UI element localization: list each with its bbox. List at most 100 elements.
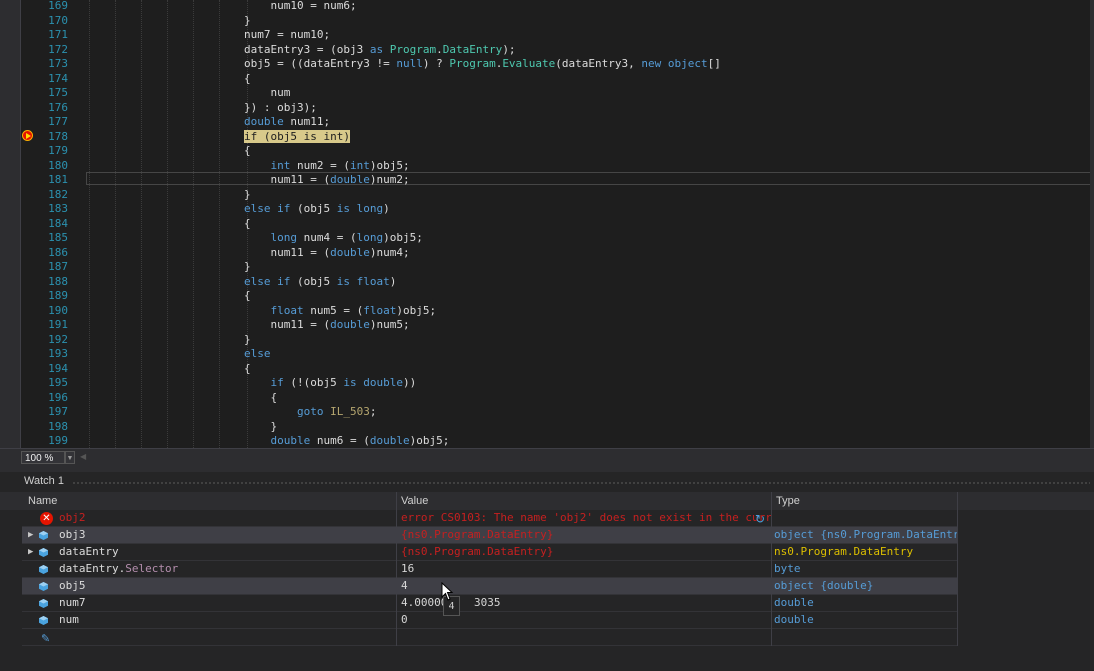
line-number: 188 (48, 274, 68, 288)
watch-value[interactable]: error CS0103: The name 'obj2' does not e… (401, 511, 771, 524)
code-line[interactable]: 192} (0, 333, 1094, 348)
line-number: 196 (48, 390, 68, 404)
code-line[interactable]: 175 num (0, 86, 1094, 101)
code-line[interactable]: 173 obj5 = ((dataEntry3 != null) ? Progra… (0, 57, 1094, 72)
refresh-icon[interactable]: ↻ (755, 511, 765, 527)
code-editor[interactable]: 169 num10 = num6; 170} 171 num7 = num10; 172… (0, 0, 1094, 448)
scroll-left-icon[interactable]: ◀ (80, 452, 86, 461)
line-number: 183 (48, 202, 68, 215)
type-cell (772, 510, 958, 527)
watch-value[interactable]: 0 (401, 613, 408, 626)
code-token: num7 = num10; (244, 28, 331, 41)
code-line[interactable]: 195 if (!(obj5 is double)) (0, 376, 1094, 391)
code-line[interactable]: 190 float num5 = (float)obj5; (0, 304, 1094, 319)
type-cell: object {ns0.Program.DataEntry} (772, 527, 958, 544)
code-line[interactable]: 198 } (0, 420, 1094, 435)
watch-name[interactable]: obj3 (59, 527, 86, 543)
watch-row-new[interactable]: ✎ (22, 629, 958, 646)
line-number: 170 (48, 13, 68, 27)
code-line[interactable]: 193 else (0, 347, 1094, 362)
code-token: } (244, 13, 251, 27)
watch-row-obj2[interactable]: ✕ obj2 error CS0103: The name 'obj2' doe… (22, 510, 958, 527)
panel-grip[interactable] (72, 481, 1090, 485)
code-token: float (356, 274, 390, 288)
code-line[interactable]: 182} (0, 188, 1094, 203)
column-header-name[interactable]: Name (24, 492, 397, 510)
code-line[interactable]: 174 { (0, 72, 1094, 87)
watch-value-tail: 3035 (473, 596, 501, 609)
watch-name[interactable]: num7 (59, 595, 86, 611)
watch-value[interactable]: 16 (401, 562, 414, 575)
code-text: } (244, 333, 251, 348)
vertical-scrollbar[interactable] (1090, 0, 1094, 448)
code-text: double num6 = (double)obj5; (244, 434, 450, 448)
watch-row-obj3[interactable]: ▶ obj3 {ns0.Program.DataEntry} object {n… (22, 527, 958, 544)
watch-row-obj5[interactable]: obj5 4 object {double} (22, 578, 958, 595)
watch-name[interactable]: obj5 (59, 578, 86, 594)
watch-name[interactable]: num (59, 612, 79, 628)
watch-title[interactable]: Watch 1 (24, 475, 64, 487)
code-line[interactable]: 181 num11 = (double)num2; (0, 173, 1094, 188)
code-token: float (270, 303, 304, 317)
watch-value[interactable]: {ns0.Program.DataEntry} (401, 528, 553, 541)
code-line[interactable]: 170} (0, 14, 1094, 29)
code-token: int (349, 158, 370, 172)
watch-name[interactable]: dataEntry.Selector (59, 561, 178, 577)
code-line[interactable]: 197 goto IL_503; (0, 405, 1094, 420)
variable-icon (39, 565, 48, 574)
watch-value[interactable]: 4 (401, 579, 408, 592)
code-line[interactable]: 194 { (0, 362, 1094, 377)
code-line[interactable]: 179 { (0, 144, 1094, 159)
watch-name[interactable]: dataEntry (59, 544, 119, 560)
code-line[interactable]: 188 else if (obj5 is float) (0, 275, 1094, 290)
watch-row-selector[interactable]: dataEntry.Selector 16 byte (22, 561, 958, 578)
code-line[interactable]: 183 else if (obj5 is long) (0, 202, 1094, 217)
line-number: 193 (48, 347, 68, 360)
code-line[interactable]: 184 { (0, 217, 1094, 232)
watch-value[interactable]: {ns0.Program.DataEntry} (401, 545, 553, 558)
code-text: dataEntry3 = (obj3 as Program.DataEntry)… (244, 43, 516, 58)
code-token: Program (389, 42, 437, 56)
line-number: 194 (48, 361, 68, 375)
watch-row-num[interactable]: num 0 double (22, 612, 958, 629)
watch-row-num7[interactable]: num7 4.000000 3035 double (22, 595, 958, 612)
code-line[interactable]: 178 if (obj5 is int) (0, 129, 1094, 145)
code-line[interactable]: 180 int num2 = (int)obj5; (0, 159, 1094, 174)
code-line[interactable]: 191 num11 = (double)num5; (0, 318, 1094, 333)
code-line[interactable]: 169 num10 = num6; (0, 0, 1094, 14)
code-line[interactable]: 199 double num6 = (double)obj5; (0, 434, 1094, 448)
code-text: num11 = (double)num5; (244, 318, 409, 333)
zoom-dropdown-icon[interactable]: ▼ (65, 451, 75, 464)
code-line[interactable]: 189 { (0, 289, 1094, 304)
line-number: 172 (48, 42, 68, 56)
code-text: else (244, 347, 271, 362)
panel-splitter[interactable] (0, 467, 1094, 472)
column-header-type[interactable]: Type (772, 492, 958, 510)
code-line[interactable]: 196 { (0, 391, 1094, 406)
zoom-level[interactable]: 100 % (21, 451, 65, 464)
line-number: 180 (48, 158, 68, 172)
expand-icon[interactable]: ▶ (28, 527, 33, 543)
watch-type: double (774, 596, 814, 609)
watch-name[interactable]: obj2 (59, 510, 86, 526)
code-token: num11 = ( (244, 245, 331, 259)
code-line[interactable]: 177 double num11; (0, 115, 1094, 130)
expand-icon[interactable]: ▶ (28, 544, 33, 560)
code-token: )obj5; (369, 158, 410, 172)
code-line[interactable]: 176}) : obj3); (0, 101, 1094, 116)
watch-row-dataentry[interactable]: ▶ dataEntry {ns0.Program.DataEntry} ns0.… (22, 544, 958, 561)
code-line[interactable]: 186 num11 = (double)num4; (0, 246, 1094, 261)
code-text: { (244, 362, 251, 377)
editor-status-bar: 100 % ▼ ◀ (0, 448, 1094, 467)
code-token: double (330, 318, 370, 331)
code-token: else (244, 347, 271, 360)
variable-icon (39, 531, 48, 540)
code-line[interactable]: 187} (0, 260, 1094, 275)
code-line[interactable]: 171 num7 = num10; (0, 28, 1094, 43)
code-line[interactable]: 185 long num4 = (long)obj5; (0, 231, 1094, 246)
name-cell[interactable]: ✎ (22, 629, 397, 646)
code-line[interactable]: 172 dataEntry3 = (obj3 as Program.DataEnt… (0, 43, 1094, 58)
line-number: 174 (48, 71, 68, 85)
code-token: float (363, 303, 397, 317)
column-header-value[interactable]: Value (397, 492, 772, 510)
